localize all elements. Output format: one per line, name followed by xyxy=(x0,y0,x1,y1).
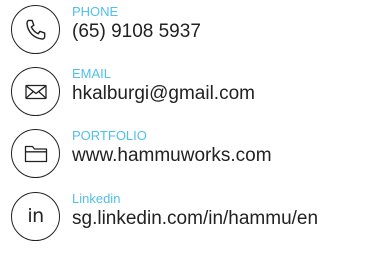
contact-phone: PHONE (65) 9108 5937 xyxy=(8,3,376,59)
linkedin-label: Linkedin xyxy=(72,191,121,206)
contact-portfolio: PORTFOLIO www.hammuworks.com xyxy=(8,127,376,183)
folder-icon xyxy=(11,129,60,178)
contact-email: EMAIL hkalburgi@gmail.com xyxy=(8,65,376,121)
linkedin-icon-text: in xyxy=(27,205,44,227)
phone-icon xyxy=(11,5,60,54)
contact-linkedin: in Linkedin sg.linkedin.com/in/hammu/en xyxy=(8,190,376,246)
email-label: EMAIL xyxy=(72,66,112,81)
phone-number[interactable]: (65) 9108 5937 xyxy=(72,20,201,44)
envelope-icon xyxy=(11,67,60,116)
portfolio-url[interactable]: www.hammuworks.com xyxy=(72,144,272,168)
linkedin-url[interactable]: sg.linkedin.com/in/hammu/en xyxy=(72,207,318,231)
phone-label: PHONE xyxy=(72,4,119,19)
email-address[interactable]: hkalburgi@gmail.com xyxy=(72,82,255,106)
linkedin-icon: in xyxy=(11,192,60,241)
portfolio-label: PORTFOLIO xyxy=(72,128,147,143)
